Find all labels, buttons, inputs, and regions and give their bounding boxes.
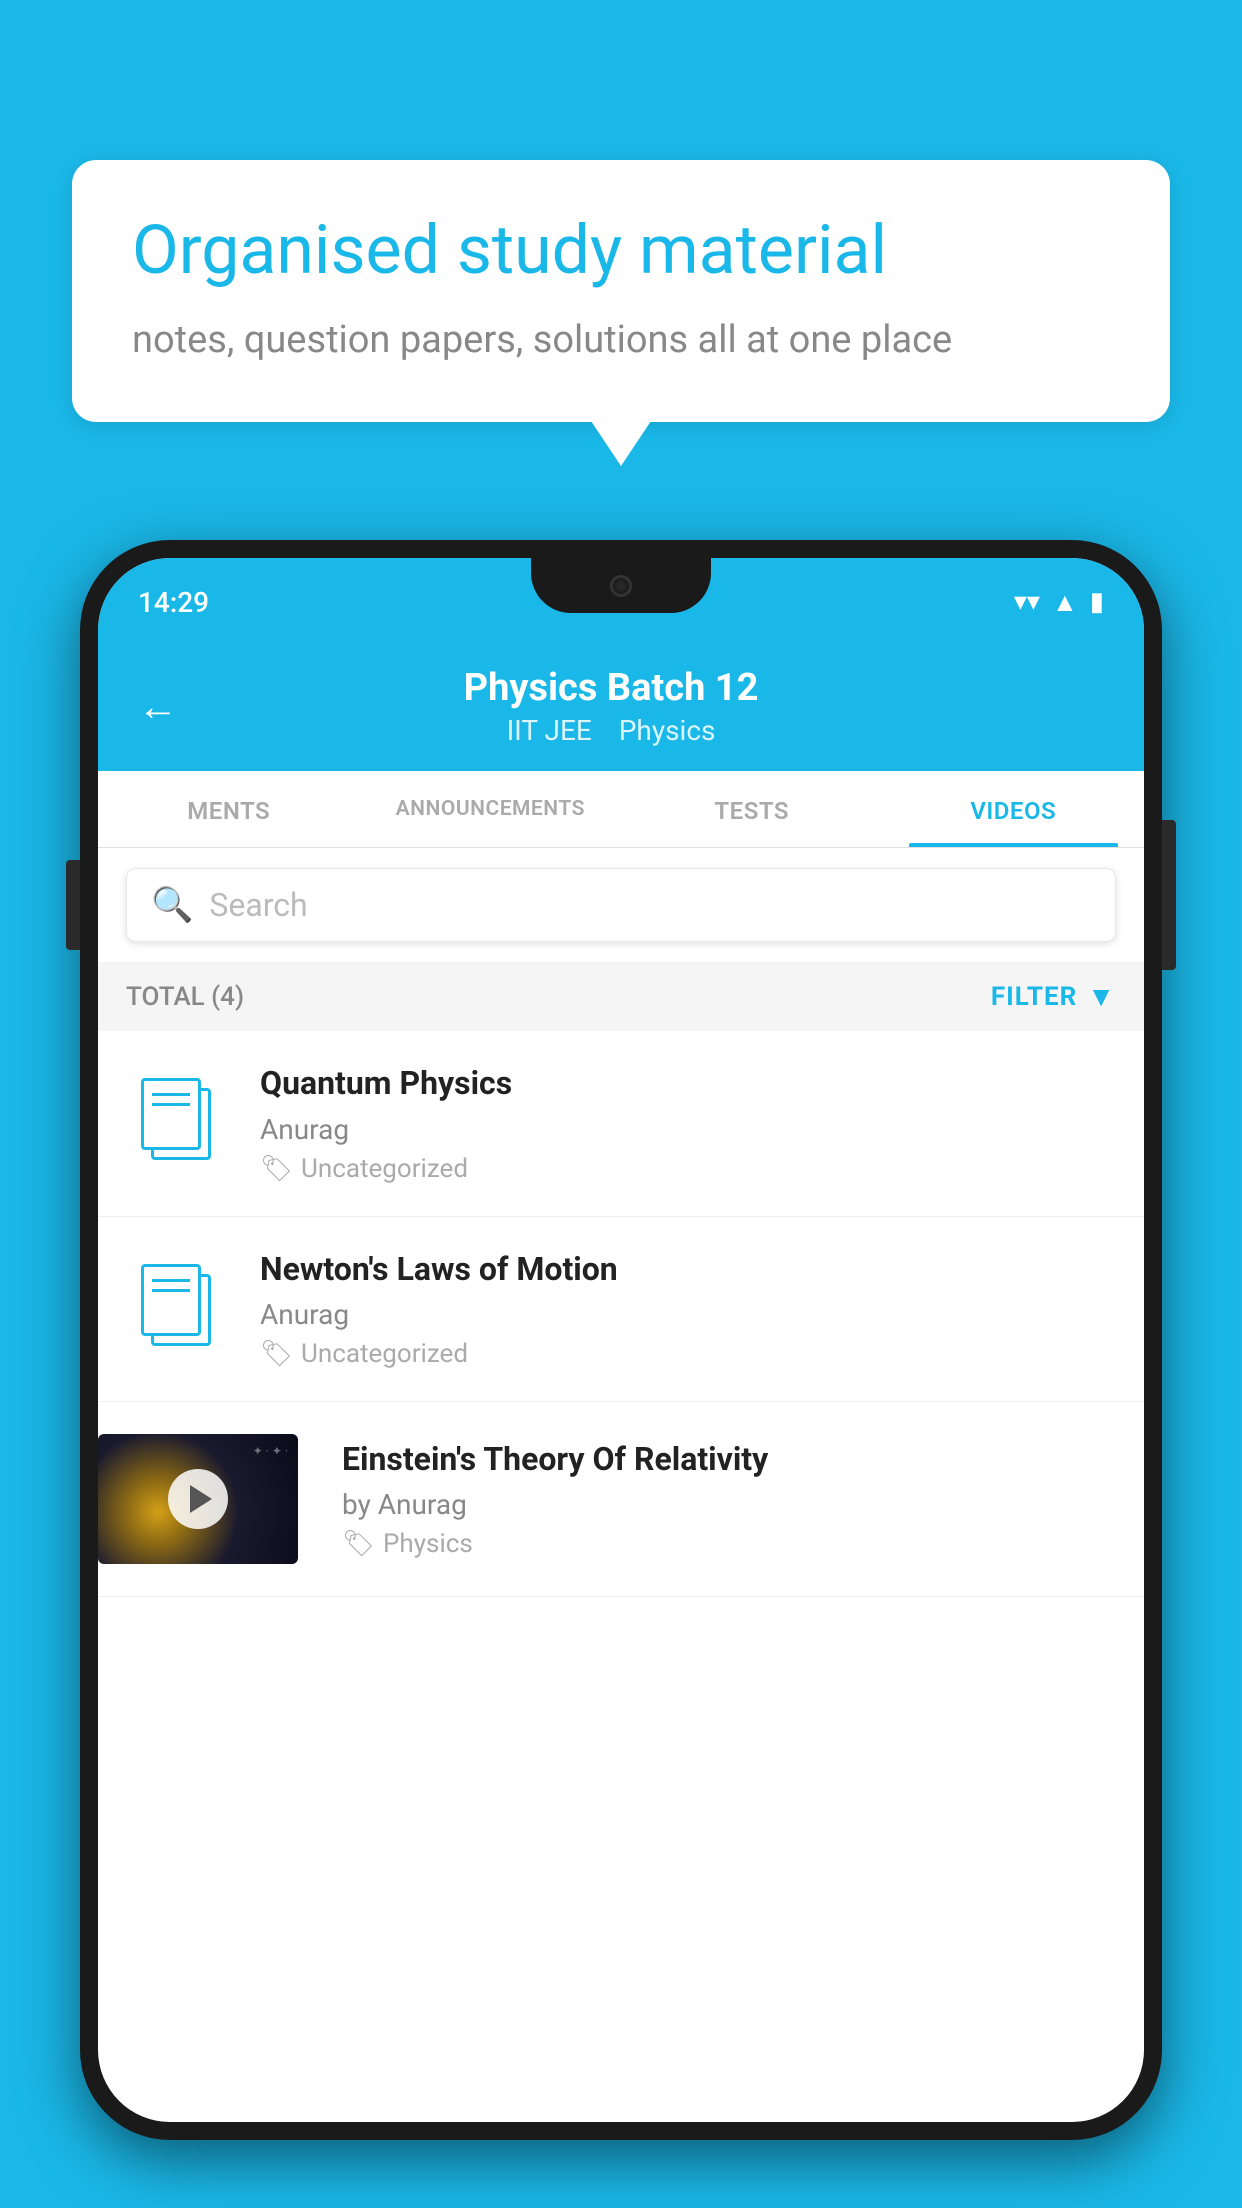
wifi-icon: ▾▾	[1014, 587, 1040, 617]
video-tag: 🏷 Physics	[342, 1529, 1124, 1559]
tab-announcements[interactable]: ANNOUNCEMENTS	[360, 771, 622, 847]
video-title: Einstein's Theory Of Relativity	[342, 1439, 1124, 1481]
filter-bar: TOTAL (4) FILTER ▼	[98, 962, 1144, 1031]
bubble-subtitle: notes, question papers, solutions all at…	[132, 314, 1110, 367]
tab-tests[interactable]: TESTS	[621, 771, 883, 847]
search-icon: 🔍	[151, 885, 193, 925]
space-background	[98, 1434, 298, 1564]
play-button[interactable]	[168, 1469, 228, 1529]
video-title: Newton's Laws of Motion	[260, 1249, 1116, 1291]
filter-button[interactable]: FILTER ▼	[991, 980, 1116, 1013]
subtitle-iitjee: IIT JEE	[507, 714, 592, 747]
tag-icon: 🏷	[342, 1529, 375, 1559]
video-info: Quantum Physics Anurag 🏷 Uncategorized	[260, 1063, 1116, 1184]
speech-bubble: Organised study material notes, question…	[72, 160, 1170, 422]
tab-ments[interactable]: MENTS	[98, 771, 360, 847]
tag-label: Uncategorized	[301, 1154, 468, 1184]
filter-icon: ▼	[1087, 980, 1116, 1013]
list-item[interactable]: Quantum Physics Anurag 🏷 Uncategorized	[98, 1031, 1144, 1217]
doc-front	[141, 1264, 201, 1336]
tab-videos[interactable]: VIDEOS	[883, 771, 1145, 847]
list-item[interactable]: Einstein's Theory Of Relativity by Anura…	[98, 1402, 1144, 1597]
phone-shell: 14:29 ▾▾ ▲ ▮ ← Physics Batch 12	[80, 540, 1162, 2140]
batch-title: Physics Batch 12	[198, 666, 1024, 710]
tag-icon: 🏷	[260, 1154, 293, 1184]
bubble-title: Organised study material	[132, 210, 1110, 292]
video-title: Quantum Physics	[260, 1063, 1116, 1105]
subtitle-physics: Physics	[619, 714, 716, 747]
status-time: 14:29	[138, 586, 209, 619]
app-header: ← Physics Batch 12 IIT JEE Physics	[98, 646, 1144, 771]
batch-subtitle: IIT JEE Physics	[198, 714, 1024, 747]
video-info: Newton's Laws of Motion Anurag 🏷 Uncateg…	[260, 1249, 1116, 1370]
tag-icon: 🏷	[260, 1339, 293, 1369]
video-author: Anurag	[260, 1113, 1116, 1146]
search-placeholder: Search	[209, 886, 307, 924]
tabs-bar: MENTS ANNOUNCEMENTS TESTS VIDEOS	[98, 771, 1144, 848]
search-container: 🔍 Search	[98, 848, 1144, 962]
header-text: Physics Batch 12 IIT JEE Physics	[198, 666, 1024, 747]
signal-icon: ▲	[1052, 587, 1078, 618]
video-tag: 🏷 Uncategorized	[260, 1154, 1116, 1184]
video-tag: 🏷 Uncategorized	[260, 1339, 1116, 1369]
video-author: by Anurag	[342, 1488, 1124, 1521]
file-icon-container	[126, 1254, 236, 1364]
doc-front	[141, 1078, 201, 1150]
notch	[531, 558, 711, 613]
phone-screen: 14:29 ▾▾ ▲ ▮ ← Physics Batch 12	[98, 558, 1144, 2122]
total-count: TOTAL (4)	[126, 982, 244, 1012]
list-item[interactable]: Newton's Laws of Motion Anurag 🏷 Uncateg…	[98, 1217, 1144, 1403]
phone-frame: 14:29 ▾▾ ▲ ▮ ← Physics Batch 12	[80, 540, 1162, 2208]
video-list: Quantum Physics Anurag 🏷 Uncategorized	[98, 1031, 1144, 1597]
doc-icon	[141, 1264, 221, 1354]
tag-label: Uncategorized	[301, 1339, 468, 1369]
play-triangle	[190, 1485, 212, 1513]
status-bar: 14:29 ▾▾ ▲ ▮	[98, 558, 1144, 646]
video-thumbnail	[98, 1434, 298, 1564]
battery-icon: ▮	[1090, 587, 1104, 617]
status-icons: ▾▾ ▲ ▮	[1014, 587, 1104, 618]
tag-label: Physics	[383, 1529, 473, 1559]
file-icon-container	[126, 1068, 236, 1178]
doc-icon	[141, 1078, 221, 1168]
filter-label: FILTER	[991, 982, 1077, 1012]
video-info: Einstein's Theory Of Relativity by Anura…	[322, 1439, 1144, 1560]
video-author: Anurag	[260, 1298, 1116, 1331]
camera	[610, 575, 632, 597]
back-button[interactable]: ←	[138, 683, 178, 730]
search-box[interactable]: 🔍 Search	[126, 868, 1116, 942]
